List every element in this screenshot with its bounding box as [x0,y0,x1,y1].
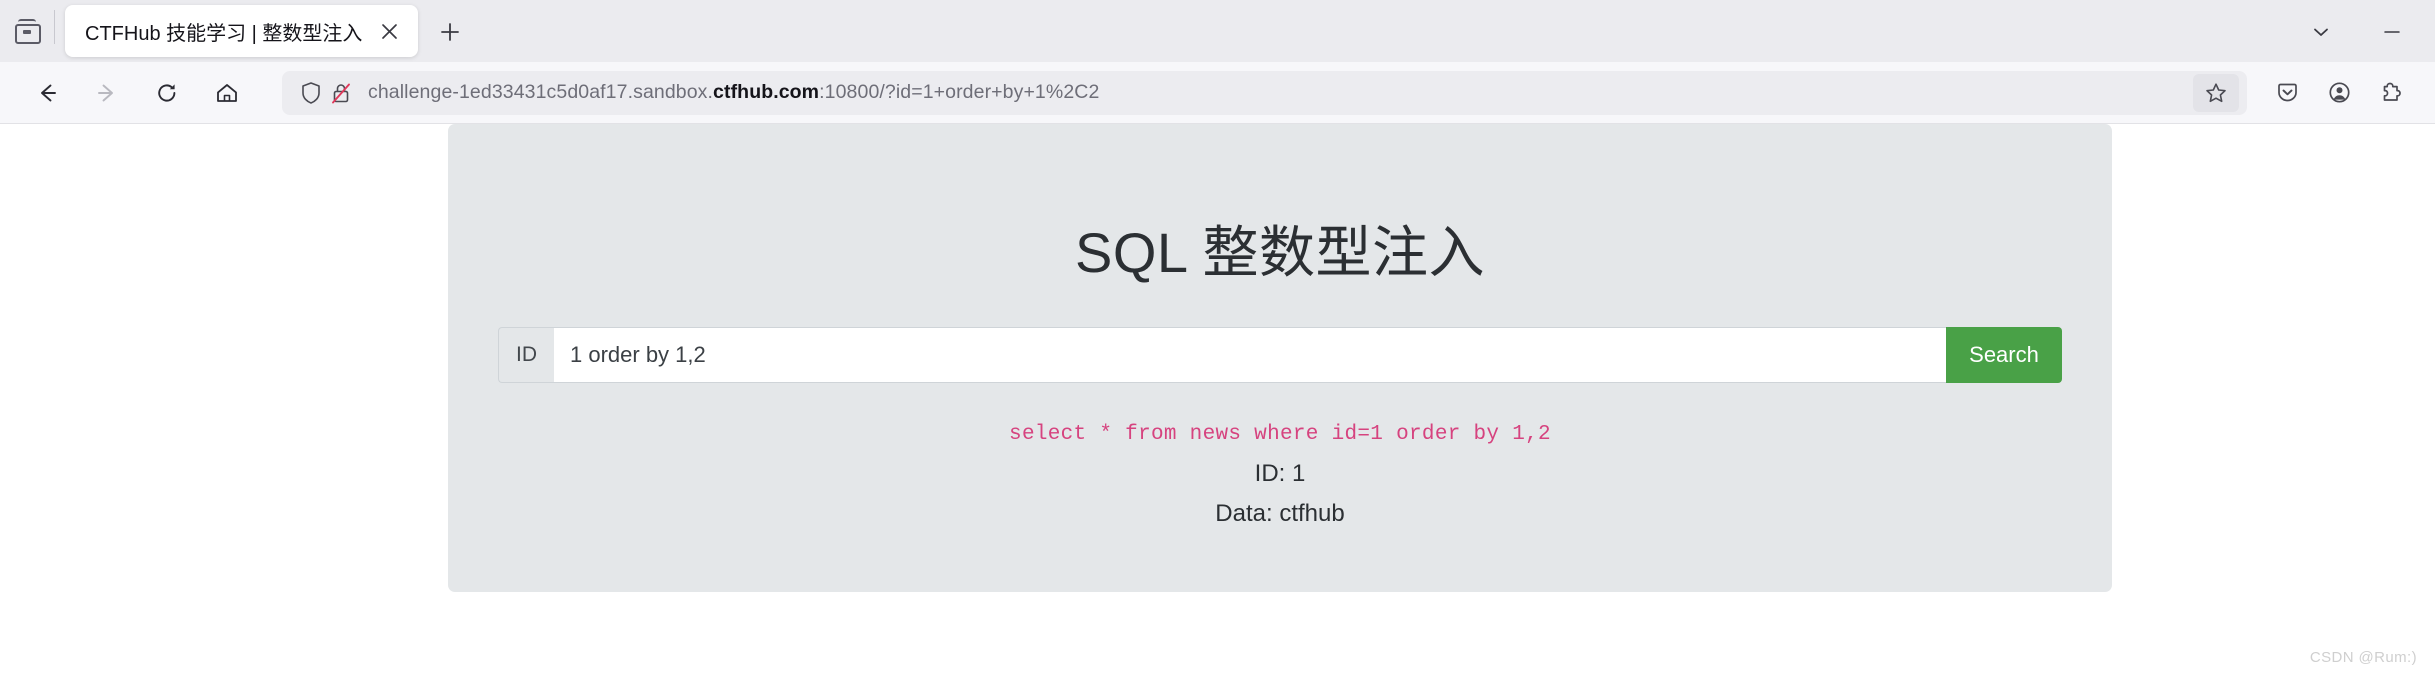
forward-button [84,70,130,116]
result-id: ID: 1 [1254,460,1306,487]
pocket-save-button[interactable] [2261,70,2313,116]
close-icon[interactable] [372,14,406,48]
url-text[interactable]: challenge-1ed33431c5d0af17.sandbox.ctfhu… [368,81,2193,104]
list-all-tabs-button[interactable] [2293,10,2349,54]
url-prefix: challenge-1ed33431c5d0af17.sandbox. [368,81,714,103]
firefox-view-icon [14,19,41,44]
pocket-save-icon [2277,83,2297,102]
new-tab-button[interactable] [428,10,472,54]
tab-strip-controls [2293,10,2435,54]
minimize-button[interactable] [2349,10,2435,54]
id-search-form: ID Search [498,327,2062,383]
result-data: Data: ctfhub [1215,500,1345,527]
star-icon [2206,82,2226,102]
url-host: ctfhub.com [713,81,820,103]
url-suffix: :10800/?id=1+order+by+1%2C2 [819,81,1100,103]
forward-arrow-icon [98,84,113,101]
back-button[interactable] [24,70,70,116]
url-bar[interactable]: challenge-1ed33431c5d0af17.sandbox.ctfhu… [282,70,2247,115]
reload-icon [158,83,176,102]
shield-icon[interactable] [296,78,326,108]
tab-strip: CTFHub 技能学习 | 整数型注入 [0,0,2435,62]
plus-icon [441,23,460,41]
tab-strip-divider [54,10,55,44]
content-panel: SQL 整数型注入 ID Search select * from news w… [448,124,2112,592]
extensions-puzzle-icon [2383,82,2401,101]
home-button[interactable] [204,70,250,116]
home-icon [217,83,237,102]
search-button[interactable]: Search [1946,327,2062,383]
account-button[interactable] [2313,70,2365,116]
reload-button[interactable] [144,70,190,116]
account-circle-icon [2328,82,2350,103]
navigation-toolbar: challenge-1ed33431c5d0af17.sandbox.ctfhu… [0,62,2435,124]
id-input[interactable] [554,327,1946,383]
tab-title: CTFHub 技能学习 | 整数型注入 [85,22,363,45]
browser-chrome: CTFHub 技能学习 | 整数型注入 challenge-1ed33431c5… [0,0,2435,124]
page-viewport: SQL 整数型注入 ID Search select * from news w… [0,124,2435,678]
browser-tab[interactable]: CTFHub 技能学习 | 整数型注入 [65,5,419,57]
watermark: CSDN @Rum:) [2309,649,2417,666]
back-arrow-icon [41,84,56,101]
chevron-down-icon [2314,28,2328,36]
bookmark-button[interactable] [2193,73,2239,112]
extensions-button[interactable] [2365,70,2417,116]
page-title: SQL 整数型注入 [1074,221,1486,284]
minimize-icon [2384,31,2400,33]
id-label: ID [498,327,554,383]
firefox-view-button[interactable] [0,0,54,62]
lock-crossed-icon[interactable] [326,78,356,108]
browser-toolbar-right [2261,70,2417,116]
sql-query-output: select * from news where id=1 order by 1… [1009,423,1551,446]
